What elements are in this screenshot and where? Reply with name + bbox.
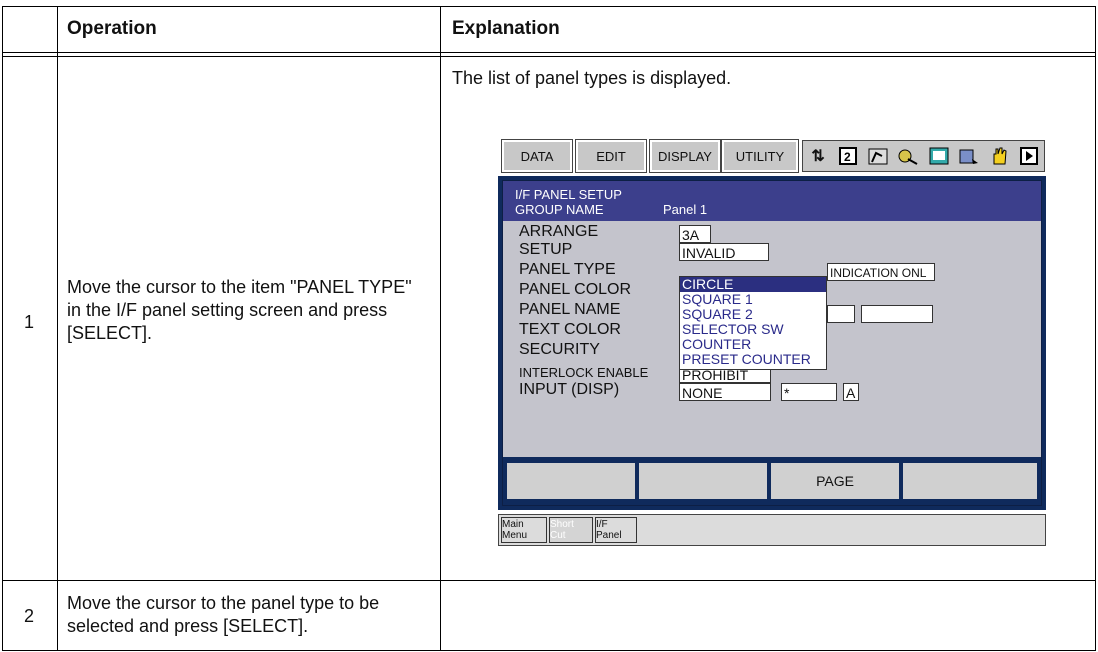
bottom-menu-bar: Main Menu Short Cut I/F Panel	[498, 514, 1046, 546]
row-divider	[2, 580, 1096, 581]
step-number-2: 2	[24, 606, 35, 626]
step-1-explanation: The list of panel types is displayed.	[452, 68, 732, 88]
arrange-label: ARRANGE	[519, 223, 599, 240]
panel-type-dropdown[interactable]: CIRCLE SQUARE 1 SQUARE 2 SELECTOR SW COU…	[679, 276, 827, 370]
dropdown-option-square-1[interactable]: SQUARE 1	[680, 292, 826, 307]
header-double-border	[2, 56, 1096, 57]
page-button[interactable]: PAGE	[771, 463, 899, 499]
header-bottom-border	[2, 52, 1096, 53]
setup-field[interactable]: INVALID	[679, 243, 769, 261]
tools-icon	[896, 145, 920, 167]
dropdown-option-counter[interactable]: COUNTER	[680, 337, 826, 352]
display-menu-button[interactable]: DISPLAY	[649, 139, 721, 173]
dropdown-option-preset-counter[interactable]: PRESET COUNTER	[680, 352, 826, 367]
group-name-value: Panel 1	[663, 202, 708, 217]
column-divider-2	[440, 6, 441, 651]
short-cut-button[interactable]: Short Cut	[549, 517, 593, 543]
svg-text:2: 2	[844, 150, 851, 164]
dropdown-option-selector-sw[interactable]: SELECTOR SW	[680, 322, 826, 337]
step-1-operation: Move the cursor to the item "PANEL TYPE"…	[67, 277, 412, 343]
setup-form: ARRANGE 3A SETUP INVALID PANEL TYPE INDI…	[503, 221, 1041, 457]
dropdown-option-circle[interactable]: CIRCLE	[680, 277, 826, 292]
main-menu-button[interactable]: Main Menu	[501, 517, 547, 543]
pendant-screen: DATA EDIT DISPLAY UTILITY ⇅ 2 I/F PANEL …	[498, 138, 1046, 546]
panel-name-label: PANEL NAME	[519, 301, 621, 318]
setup-window: I/F PANEL SETUP GROUP NAME Panel 1 ARRAN…	[498, 176, 1046, 510]
instruction-table: Operation Explanation 1 Move the cursor …	[0, 0, 1098, 652]
edit-icon	[957, 145, 981, 167]
table-bottom-border	[2, 650, 1096, 651]
table-left-border	[2, 6, 3, 651]
axis-arrows-icon: ⇅	[811, 148, 825, 165]
hand-icon	[987, 145, 1011, 167]
panel-type-label: PANEL TYPE	[519, 261, 616, 278]
utility-menu-button[interactable]: UTILITY	[721, 139, 799, 173]
indication-field[interactable]: INDICATION ONL	[827, 263, 935, 281]
header-operation: Operation	[67, 18, 157, 39]
group-name-label: GROUP NAME	[515, 202, 604, 217]
panel-name-field-2[interactable]	[861, 305, 933, 323]
header-explanation: Explanation	[452, 18, 560, 39]
status-icon-bar: ⇅ 2	[802, 140, 1045, 172]
panel-color-label: PANEL COLOR	[519, 281, 632, 298]
page-icon: 2	[836, 145, 860, 167]
robot-arm-icon	[866, 145, 890, 167]
arrange-field[interactable]: 3A	[679, 225, 711, 243]
dropdown-option-square-2[interactable]: SQUARE 2	[680, 307, 826, 322]
if-panel-button[interactable]: I/F Panel	[595, 517, 637, 543]
input-disp-field[interactable]: NONE	[679, 383, 771, 401]
play-icon	[1017, 145, 1041, 167]
edit-menu-button[interactable]: EDIT	[575, 139, 647, 173]
column-divider-1	[57, 6, 58, 651]
table-right-border	[1095, 6, 1096, 651]
input-disp-field-3[interactable]: A	[843, 383, 859, 401]
function-key-4[interactable]	[903, 463, 1037, 499]
function-key-1[interactable]	[507, 463, 635, 499]
table-top-border	[2, 6, 1096, 7]
text-color-label: TEXT COLOR	[519, 321, 621, 338]
window-title: I/F PANEL SETUP	[515, 187, 622, 202]
step-number-1: 1	[24, 312, 35, 332]
interlock-label: INTERLOCK ENABLE	[519, 365, 649, 380]
security-label: SECURITY	[519, 341, 600, 358]
input-disp-field-2[interactable]: *	[781, 383, 837, 401]
setup-label: SETUP	[519, 241, 573, 258]
data-menu-button[interactable]: DATA	[501, 139, 573, 173]
screen-icon	[927, 145, 951, 167]
function-key-bar: PAGE	[503, 457, 1041, 505]
window-title-bar: I/F PANEL SETUP GROUP NAME Panel 1	[503, 181, 1041, 221]
step-2-operation: Move the cursor to the panel type to be …	[67, 593, 380, 636]
function-key-2[interactable]	[639, 463, 767, 499]
panel-name-field-1[interactable]	[827, 305, 855, 323]
input-disp-label: INPUT (DISP)	[519, 381, 620, 398]
